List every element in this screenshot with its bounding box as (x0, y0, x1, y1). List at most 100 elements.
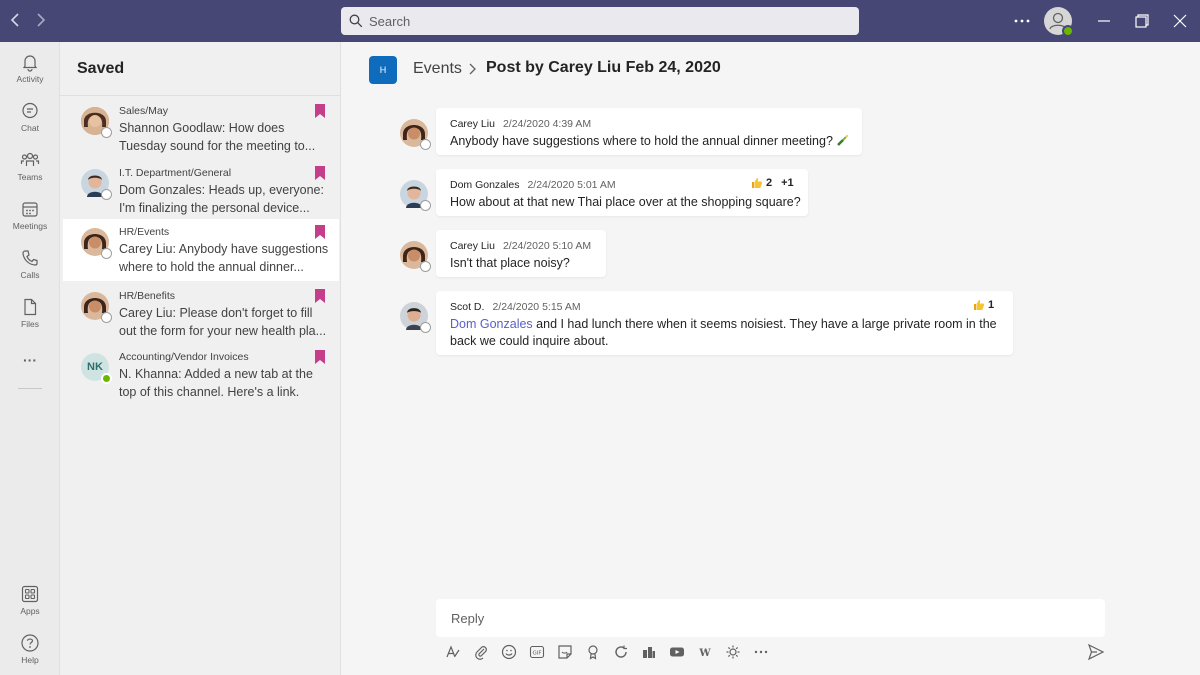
bell-icon (22, 55, 38, 72)
reaction-more[interactable]: +1 (781, 177, 794, 189)
nav-arrows (8, 10, 48, 30)
app-rail: Activity Chat Teams Meetings Calls Files… (0, 42, 60, 675)
message-time: 2/24/2020 5:01 AM (527, 179, 616, 191)
rail-label: Chat (21, 123, 39, 133)
more-options-icon[interactable] (1013, 12, 1031, 30)
minimize-icon[interactable] (1095, 12, 1113, 30)
reaction-like[interactable]: 1 (973, 299, 994, 311)
back-arrow-icon[interactable] (8, 10, 22, 30)
wikipedia-icon[interactable]: W (696, 643, 714, 661)
saved-channel: HR/Events (119, 226, 170, 238)
more-options-icon[interactable] (752, 643, 770, 661)
saved-item[interactable]: Sales/May Shannon Goodlaw: How does Tues… (63, 98, 339, 160)
calendar-icon (22, 202, 38, 217)
saved-item[interactable]: I.T. Department/General Dom Gonzales: He… (63, 160, 339, 222)
saved-item-selected[interactable]: HR/Events Carey Liu: Anybody have sugges… (63, 219, 339, 281)
conversation-pane: H Events Post by Carey Liu Feb 24, 2020 … (341, 42, 1200, 675)
gif-icon[interactable]: GIF (528, 643, 546, 661)
youtube-icon[interactable] (668, 643, 686, 661)
send-icon[interactable] (1087, 643, 1105, 661)
message-bubble[interactable]: Scot D. 2/24/2020 5:15 AM 1 Dom Gonzales … (436, 291, 1013, 355)
rail-item-teams[interactable]: Teams (0, 150, 60, 194)
saved-item[interactable]: NK Accounting/Vendor Invoices N. Khanna:… (63, 344, 339, 406)
bookmark-icon[interactable] (315, 225, 325, 239)
forward-arrow-icon[interactable] (34, 10, 48, 30)
rail-item-meetings[interactable]: Meetings (0, 199, 60, 243)
message-body: Isn't that place noisy? (450, 256, 570, 270)
saved-channel: Accounting/Vendor Invoices (119, 351, 249, 363)
avatar-initials-text: NK (87, 361, 103, 373)
rail-item-files[interactable]: Files (0, 297, 60, 341)
rail-item-calls[interactable]: Calls (0, 248, 60, 292)
presence-available-icon (101, 373, 112, 384)
rail-divider (18, 388, 42, 389)
page-title: Post by Carey Liu Feb 24, 2020 (486, 59, 721, 76)
attach-icon[interactable] (472, 643, 490, 661)
bookmark-icon[interactable] (315, 350, 325, 364)
sticker-icon[interactable] (556, 643, 574, 661)
message-bubble[interactable]: Dom Gonzales 2/24/2020 5:01 AM 2 +1 How a… (436, 169, 808, 216)
svg-text:W: W (698, 648, 711, 659)
avatar[interactable] (400, 302, 431, 333)
message-header: Dom Gonzales 2/24/2020 5:01 AM (450, 179, 616, 191)
saved-preview: N. Khanna: Added a new tab at the top of… (119, 367, 313, 399)
rail-item-help[interactable]: Help (0, 633, 60, 675)
mention-link[interactable]: Dom Gonzales (450, 317, 533, 331)
avatar (81, 169, 112, 200)
team-tile[interactable]: H (369, 56, 397, 84)
rail-label: Files (21, 319, 39, 329)
close-icon[interactable] (1171, 12, 1189, 30)
breadcrumb-parent[interactable]: Events (413, 60, 462, 78)
reaction-like[interactable]: 2 +1 (751, 177, 794, 189)
presence-offline-icon (420, 200, 431, 211)
bookmark-icon[interactable] (315, 289, 325, 303)
champagne-emoji-icon (837, 135, 849, 146)
avatar (81, 292, 112, 323)
rail-more-button[interactable]: ··· (0, 352, 60, 372)
rail-label: Calls (20, 270, 40, 280)
title-bar: Search (0, 0, 1200, 42)
message-body: Anybody have suggestions where to hold t… (450, 133, 849, 150)
reaction-count: 2 (766, 177, 773, 189)
profile-avatar[interactable] (1044, 7, 1074, 37)
presence-offline-icon (420, 139, 431, 150)
message-time: 2/24/2020 4:39 AM (502, 118, 592, 130)
message-text: and I had lunch there when it seems nois… (532, 317, 997, 331)
rail-item-apps[interactable]: Apps (0, 584, 60, 628)
presence-available-icon (1062, 25, 1074, 37)
svg-text:GIF: GIF (532, 651, 541, 657)
rail-item-chat[interactable]: Chat (0, 101, 60, 145)
message-body: Dom Gonzales and I had lunch there when … (450, 316, 997, 350)
avatar[interactable] (400, 241, 431, 272)
emoji-icon[interactable] (500, 643, 518, 661)
reply-input[interactable]: Reply (436, 599, 1105, 637)
restore-icon[interactable] (1133, 12, 1151, 30)
rail-item-activity[interactable]: Activity (0, 52, 60, 96)
bookmark-icon[interactable] (315, 104, 325, 118)
avatar-initials: NK (81, 353, 112, 384)
weather-icon[interactable] (724, 643, 742, 661)
message-bubble[interactable]: Carey Liu 2/24/2020 5:10 AM Isn't that pl… (436, 230, 606, 277)
file-icon (24, 298, 37, 316)
search-icon (349, 14, 363, 28)
saved-channel: I.T. Department/General (119, 167, 232, 179)
search-input[interactable]: Search (341, 7, 859, 35)
thumbs-up-icon (752, 178, 763, 188)
presence-offline-icon (101, 127, 112, 138)
message-author: Carey Liu (450, 118, 495, 130)
praise-icon[interactable] (584, 643, 602, 661)
avatar[interactable] (400, 119, 431, 150)
saved-preview: Shannon Goodlaw: How does Tuesday sound … (119, 121, 316, 153)
format-icon[interactable] (444, 643, 462, 661)
search-placeholder: Search (369, 13, 411, 29)
message-time: 2/24/2020 5:15 AM (492, 301, 581, 313)
saved-preview: Carey Liu: Anybody have suggestions wher… (119, 242, 329, 274)
saved-item[interactable]: HR/Benefits Carey Liu: Please don't forg… (63, 283, 339, 345)
avatar[interactable] (400, 180, 431, 211)
bookmark-icon[interactable] (315, 166, 325, 180)
loop-icon[interactable] (612, 643, 630, 661)
message-bubble[interactable]: Carey Liu 2/24/2020 4:39 AM Anybody have … (436, 108, 862, 155)
thumbs-up-icon (974, 300, 985, 310)
saved-title: Saved (77, 60, 125, 77)
approvals-icon[interactable] (640, 643, 658, 661)
